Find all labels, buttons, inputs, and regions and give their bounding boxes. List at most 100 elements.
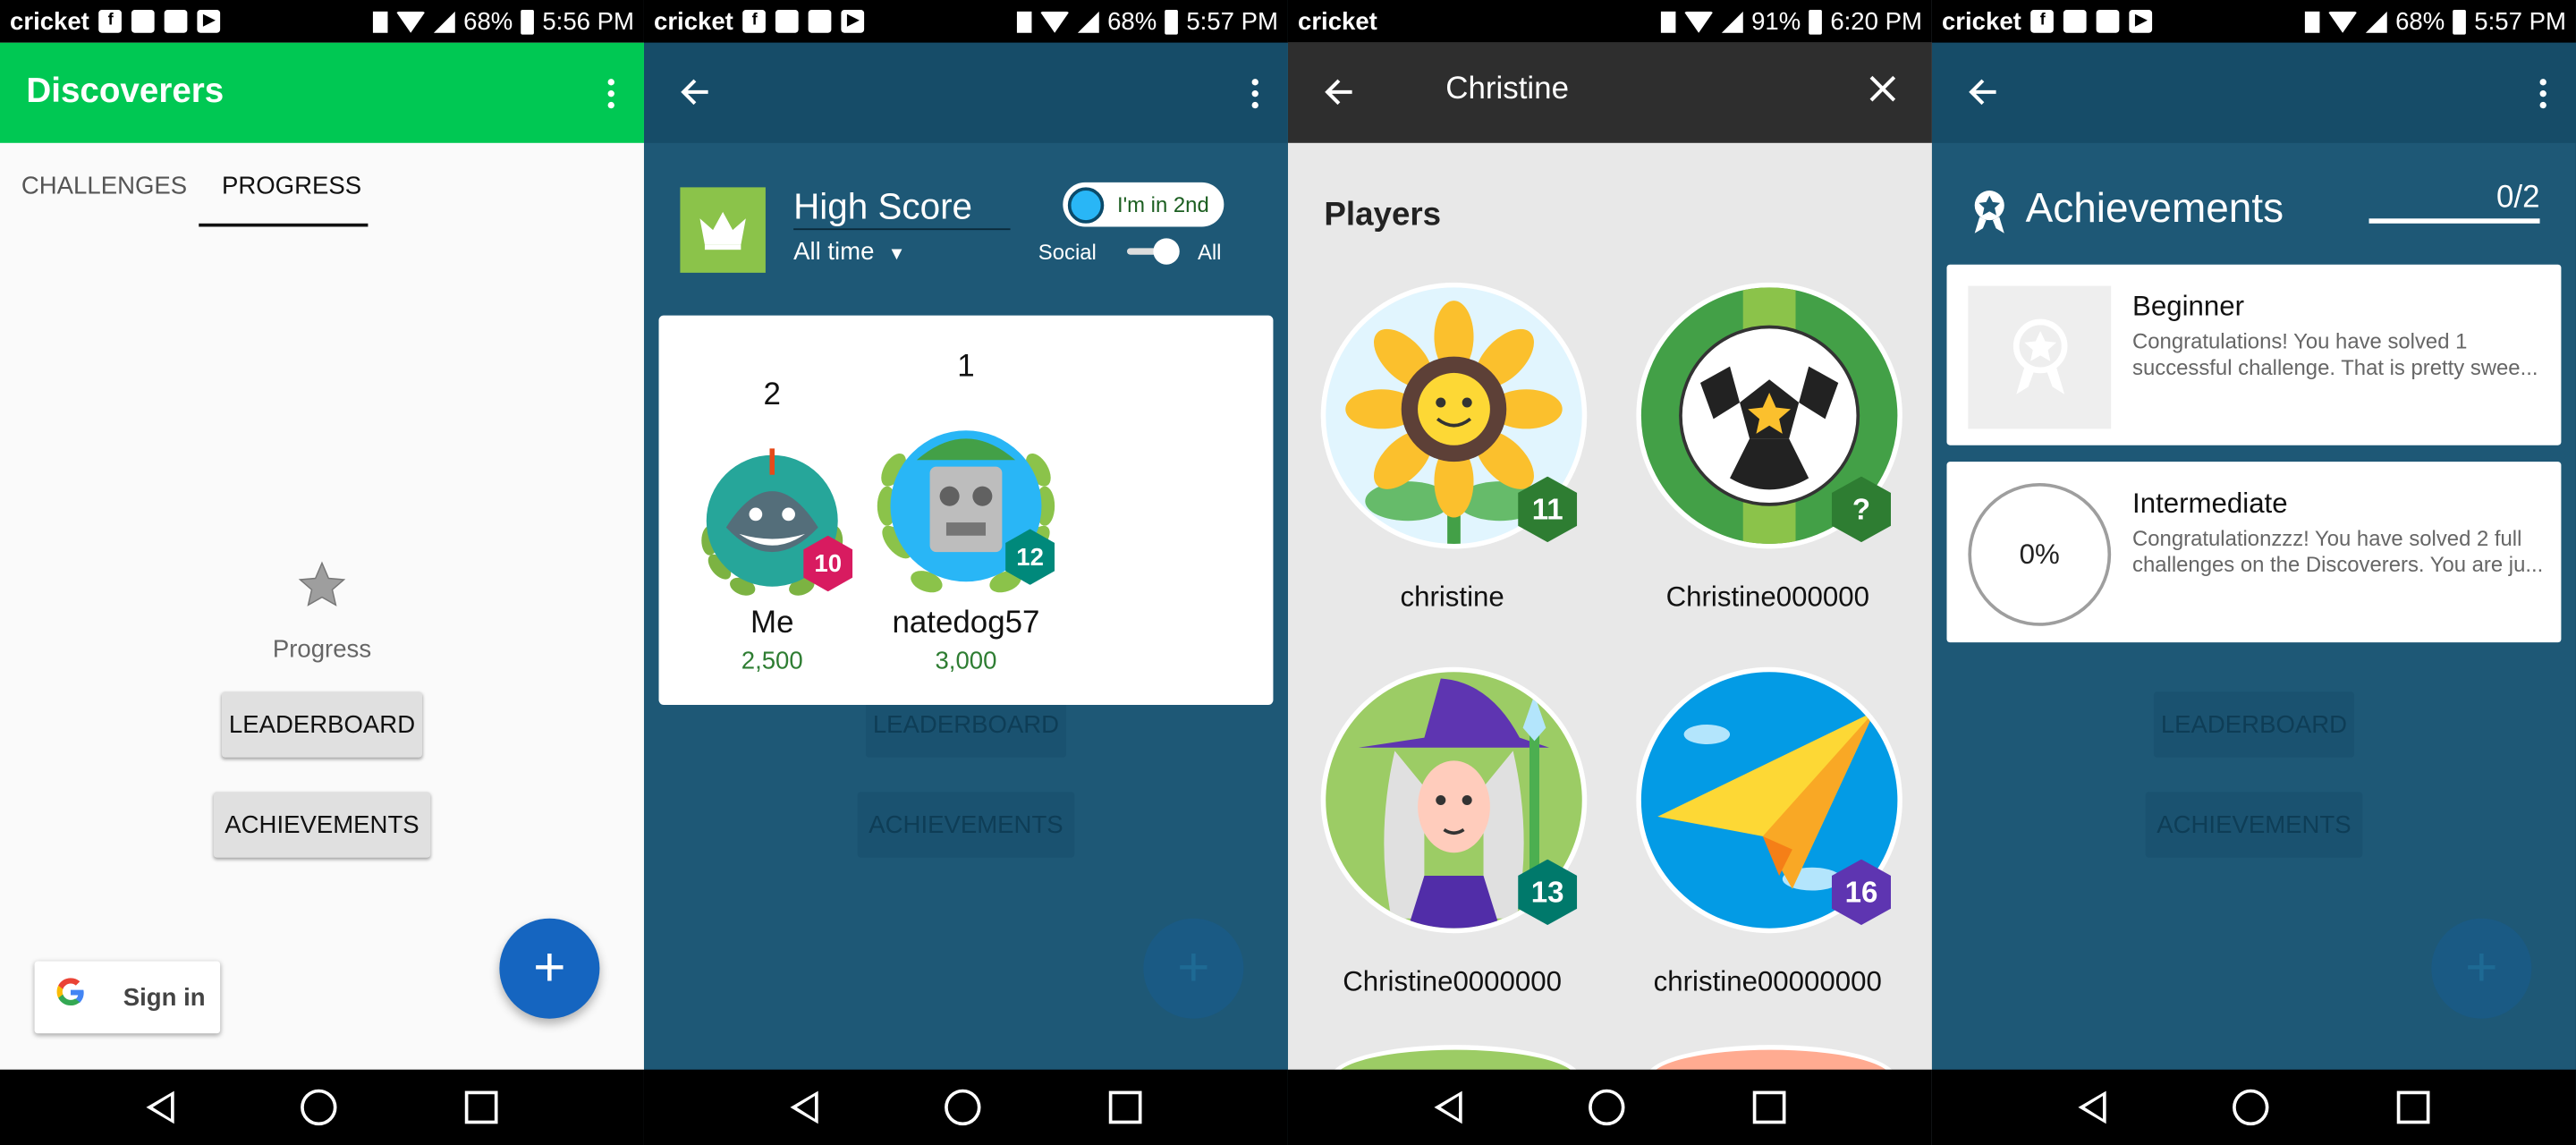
signal-icon: [1078, 10, 1099, 32]
level-number: 12: [1016, 543, 1044, 572]
player-rank: 2: [763, 377, 781, 413]
leaderboard-button[interactable]: LEADERBOARD: [221, 691, 423, 758]
battery-icon: [1809, 9, 1823, 34]
battery-icon: [2453, 9, 2467, 34]
player-name[interactable]: Christine000000: [1612, 581, 1924, 615]
tab-progress[interactable]: PROGRESS: [222, 173, 361, 200]
overflow-menu-icon[interactable]: [2539, 79, 2546, 109]
rank-badge-label: I'm in 2nd: [1116, 191, 1209, 217]
nav-recents-icon[interactable]: [465, 1090, 498, 1124]
play-store-icon: ▶: [2130, 10, 2153, 33]
nav-recents-icon[interactable]: [1109, 1090, 1142, 1124]
nav-bar: [0, 1069, 644, 1145]
leaderboard-card: 2 10 Me 2,500 1 12 natedog57 3,000: [658, 315, 1274, 705]
active-tab-indicator: [199, 223, 369, 227]
screen-progress: cricket f ▶ 68% 5:56 PM Discoverers CHAL…: [0, 0, 644, 1145]
level-number: 16: [1844, 875, 1878, 908]
wifi-icon: [395, 10, 426, 32]
player-name[interactable]: Me: [674, 606, 870, 642]
rank-badge[interactable]: I'm in 2nd: [1063, 182, 1224, 227]
overflow-menu-icon[interactable]: [607, 79, 614, 109]
toggle-social-label: Social: [1038, 240, 1097, 265]
close-icon[interactable]: [1866, 65, 1899, 116]
battery-icon: [521, 9, 535, 34]
achievement-name: Intermediate: [2132, 488, 2288, 520]
player-name[interactable]: Christine0000000: [1296, 966, 1608, 999]
app-bar: [1931, 42, 2576, 143]
facebook-icon: f: [98, 10, 123, 33]
back-arrow-icon[interactable]: [1967, 75, 2000, 108]
nav-back-icon[interactable]: [1434, 1090, 1462, 1124]
app-notification-icon: [165, 10, 189, 33]
signal-icon: [1722, 10, 1743, 32]
nav-recents-icon[interactable]: [1753, 1090, 1786, 1124]
carrier-label: cricket: [1941, 7, 2021, 36]
back-arrow-icon[interactable]: [679, 75, 712, 108]
time-filter-label: All time: [793, 238, 875, 267]
players-heading: Players: [1324, 197, 1442, 233]
nav-bar: [1287, 1069, 1932, 1145]
facebook-icon: f: [2030, 10, 2055, 33]
nav-home-icon[interactable]: [2233, 1089, 2270, 1126]
nav-bar: [1931, 1069, 2576, 1145]
wifi-icon: [1039, 10, 1070, 32]
battery-percent: 68%: [2395, 7, 2445, 36]
battery-percent: 68%: [1107, 7, 1157, 36]
nav-bar: [643, 1069, 1288, 1145]
vibrate-icon: [1017, 10, 1032, 32]
achievement-card[interactable]: Beginner Congratulations! You have solve…: [1946, 264, 2562, 445]
battery-percent: 91%: [1751, 7, 1801, 36]
achievements-button[interactable]: ACHIEVEMENTS: [213, 792, 431, 858]
image-icon: [2063, 10, 2088, 33]
player-name[interactable]: christine00000000: [1612, 966, 1924, 999]
achievements-count: 0/2: [2496, 181, 2540, 216]
achievements-button-dimmed: ACHIEVEMENTS: [857, 792, 1075, 858]
achievements-progress-bar: [2368, 218, 2540, 224]
screen-player-search: cricket 91% 6:20 PM Christine Players 11…: [1287, 0, 1932, 1145]
google-sign-in-button[interactable]: Sign in: [34, 961, 221, 1034]
achievement-card[interactable]: 0% Intermediate Congratulationzzz! You h…: [1946, 462, 2562, 643]
nav-back-icon[interactable]: [2078, 1090, 2106, 1124]
back-arrow-icon[interactable]: [1323, 75, 1356, 108]
screen-high-score: cricket f ▶ 68% 5:57 PM LEADERBOARD ACHI…: [643, 0, 1288, 1145]
tab-challenges[interactable]: CHALLENGES: [21, 173, 187, 200]
nav-home-icon[interactable]: [1589, 1089, 1626, 1126]
toggle-knob[interactable]: [1153, 238, 1180, 265]
screen-achievements: cricket f ▶ 68% 5:57 PM LEADERBOARD ACHI…: [1931, 0, 2576, 1145]
status-bar: cricket 91% 6:20 PM: [1287, 0, 1932, 43]
sign-in-label: Sign in: [123, 983, 206, 1012]
google-icon: [55, 976, 90, 1019]
add-fab-button[interactable]: +: [499, 918, 600, 1019]
vibrate-icon: [373, 10, 388, 32]
search-input[interactable]: Christine: [1445, 72, 1569, 108]
app-notification-icon: [809, 10, 833, 33]
level-number: 13: [1530, 875, 1564, 908]
signal-icon: [2366, 10, 2387, 32]
battery-icon: [1165, 9, 1179, 34]
vibrate-icon: [2305, 10, 2320, 32]
wifi-icon: [2327, 10, 2358, 32]
nav-home-icon[interactable]: [301, 1089, 338, 1126]
status-bar: cricket f ▶ 68% 5:57 PM: [643, 0, 1288, 43]
player-rank: 1: [957, 350, 975, 385]
player-score: 3,000: [935, 647, 997, 675]
status-bar: cricket f ▶ 68% 5:56 PM: [0, 0, 644, 43]
overflow-menu-icon[interactable]: [1251, 79, 1258, 109]
player-name[interactable]: christine: [1296, 581, 1608, 615]
nav-back-icon[interactable]: [790, 1090, 818, 1124]
nav-home-icon[interactable]: [945, 1089, 982, 1126]
player-name[interactable]: natedog57: [868, 606, 1064, 642]
clock: 5:57 PM: [1186, 7, 1278, 36]
crown-icon: [680, 187, 766, 273]
player-score: 2,500: [741, 647, 803, 675]
nav-back-icon[interactable]: [146, 1090, 174, 1124]
nav-recents-icon[interactable]: [2397, 1090, 2430, 1124]
facebook-icon: f: [742, 10, 767, 33]
award-ribbon-icon: [1970, 189, 2009, 243]
time-filter-dropdown[interactable]: All time ▼: [793, 238, 905, 266]
level-number: 11: [1531, 492, 1563, 525]
achievements-button-dimmed: ACHIEVEMENTS: [2145, 792, 2363, 858]
achievement-progress-ring: 0%: [1968, 482, 2112, 626]
high-score-title: High Score: [793, 185, 973, 227]
app-bar: [643, 42, 1288, 143]
